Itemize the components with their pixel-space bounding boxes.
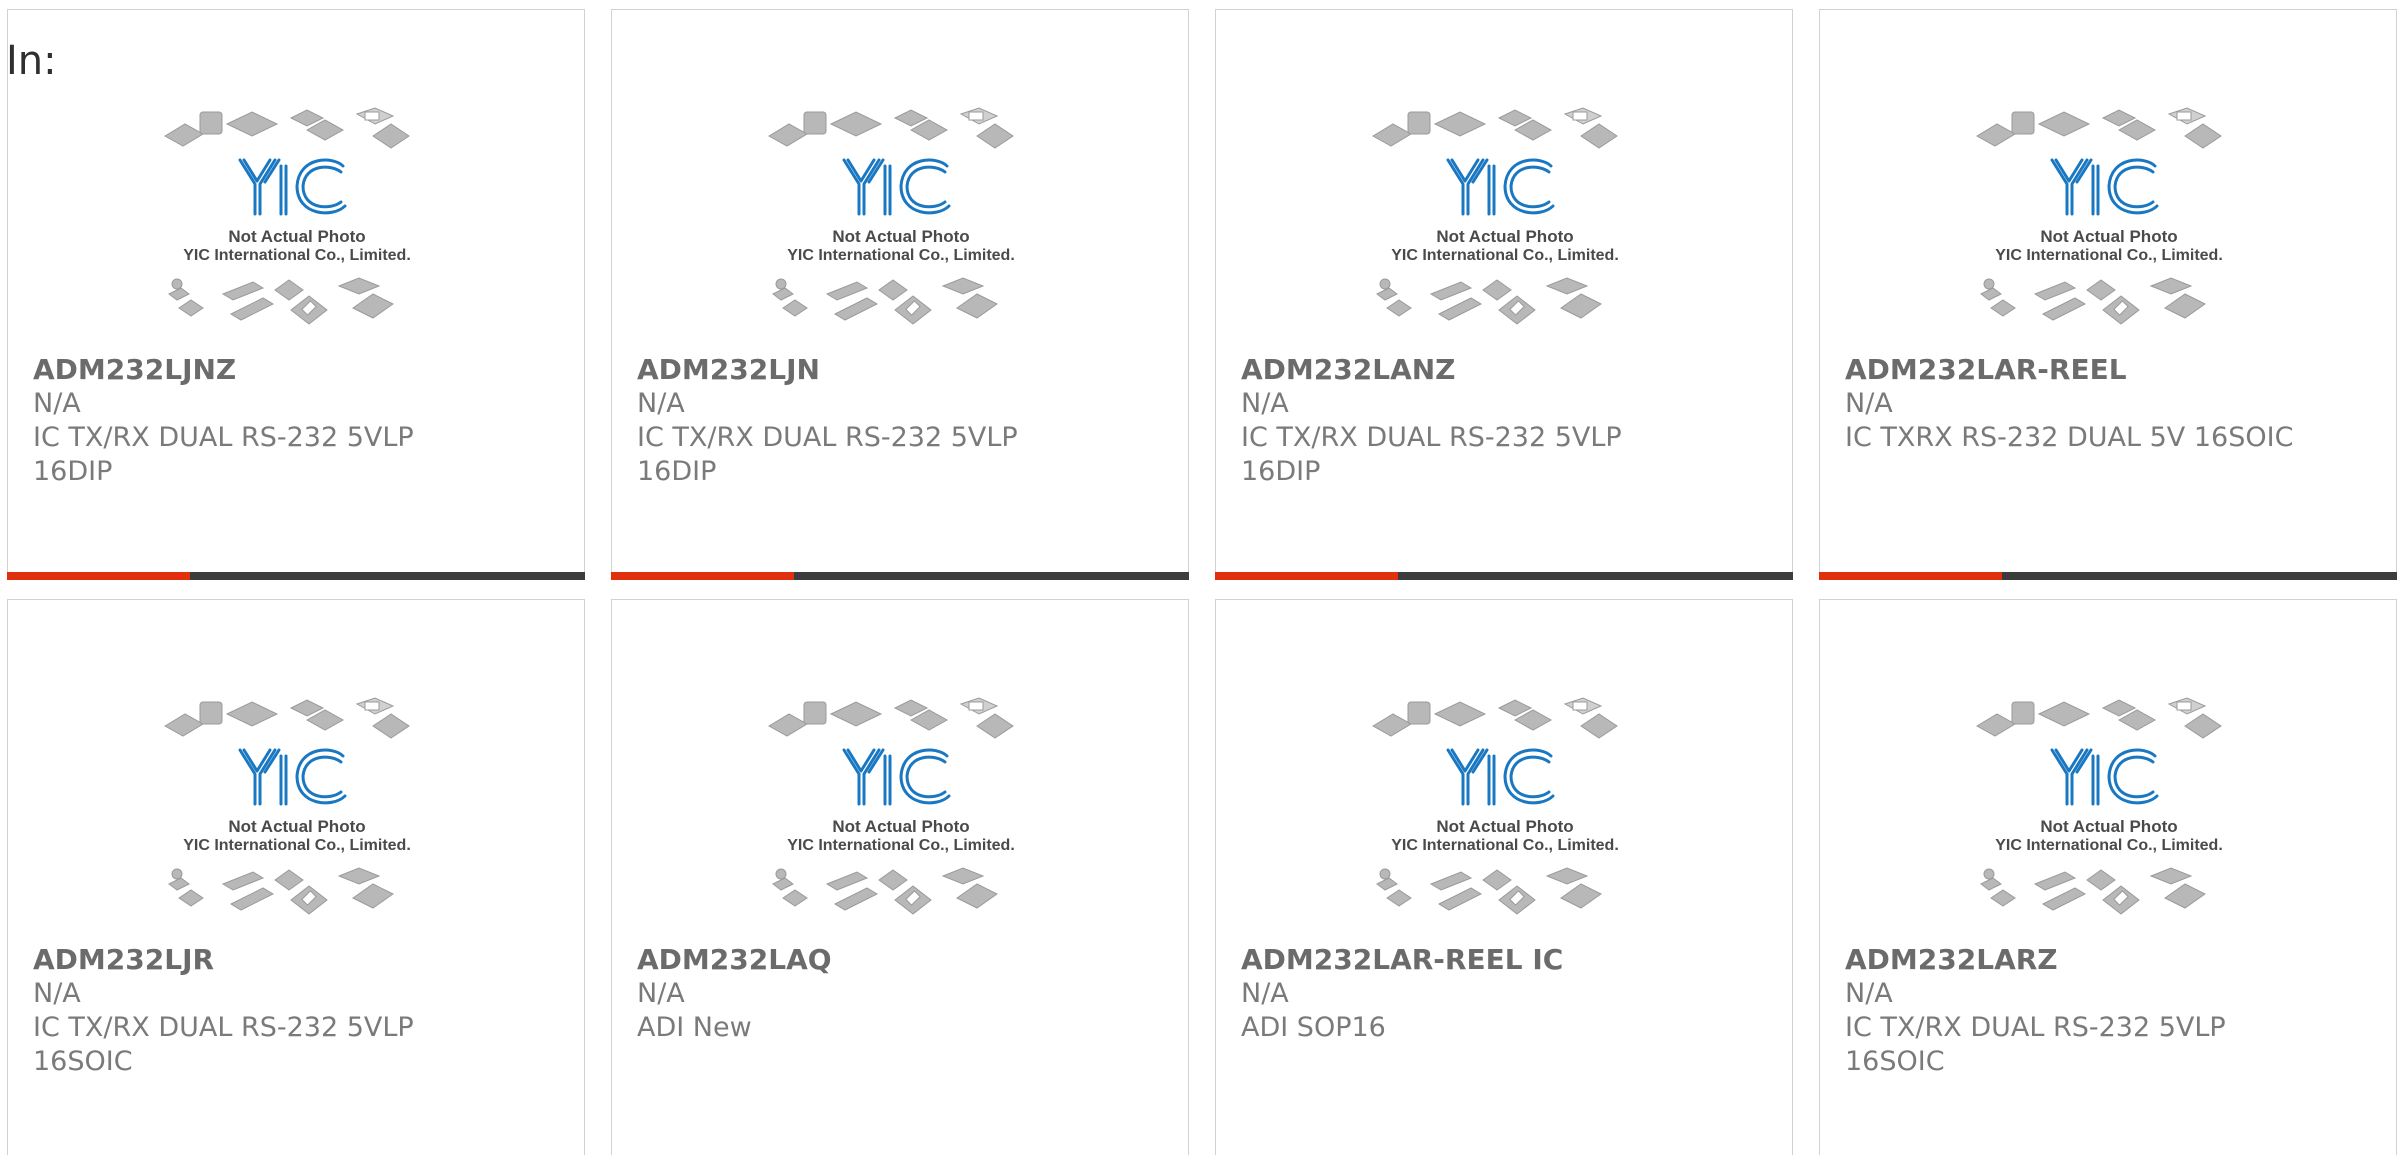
svg-text:Not Actual Photo: Not Actual Photo bbox=[228, 227, 365, 246]
not-actual-photo-image: Not Actual Photo YIC International Co., … bbox=[164, 697, 411, 915]
svg-text:YIC International Co., Limited: YIC International Co., Limited. bbox=[1995, 837, 2223, 854]
card-footer-bar bbox=[611, 572, 1189, 580]
not-actual-photo-image: Not Actual Photo YIC International Co., … bbox=[164, 107, 411, 325]
brand-text: N/A bbox=[1241, 388, 1289, 419]
svg-text:YIC International Co., Limited: YIC International Co., Limited. bbox=[787, 837, 1015, 854]
not-actual-photo-image: Not Actual Photo YIC International Co., … bbox=[768, 107, 1015, 325]
product-card[interactable]: Not Actual Photo YIC International Co., … bbox=[1819, 599, 2397, 1155]
not-actual-photo-image: Not Actual Photo YIC International Co., … bbox=[768, 697, 1015, 915]
product-card[interactable]: Not Actual Photo YIC International Co., … bbox=[7, 9, 585, 580]
brand-text: N/A bbox=[1241, 978, 1289, 1009]
card-accent-bar bbox=[1819, 572, 2002, 580]
svg-text:Not Actual Photo: Not Actual Photo bbox=[1436, 227, 1573, 246]
part-number[interactable]: ADM232LJN bbox=[637, 353, 1157, 387]
in-prefix-label: In: bbox=[6, 38, 57, 84]
product-card[interactable]: Not Actual Photo YIC International Co., … bbox=[611, 9, 1189, 580]
card-accent-bar bbox=[1215, 572, 1398, 580]
card-footer-bar bbox=[1215, 572, 1793, 580]
product-info: ADM232LJNZ N/A IC TX/RX DUAL RS-232 5VLP… bbox=[33, 353, 553, 489]
not-actual-photo-image: Not Actual Photo YIC International Co., … bbox=[1976, 107, 2223, 325]
not-actual-photo-image: Not Actual Photo YIC International Co., … bbox=[1372, 107, 1619, 325]
description-text: IC TXRX RS-232 DUAL 5V 16SOIC bbox=[1845, 422, 2294, 453]
svg-text:Not Actual Photo: Not Actual Photo bbox=[832, 817, 969, 836]
description-text-2: 16DIP bbox=[33, 456, 113, 487]
product-info: ADM232LJN N/A IC TX/RX DUAL RS-232 5VLP … bbox=[637, 353, 1157, 489]
part-number[interactable]: ADM232LANZ bbox=[1241, 353, 1761, 387]
description-text: ADI New bbox=[637, 1012, 752, 1043]
product-info: ADM232LANZ N/A IC TX/RX DUAL RS-232 5VLP… bbox=[1241, 353, 1761, 489]
description-text: ADI SOP16 bbox=[1241, 1012, 1386, 1043]
brand-text: N/A bbox=[1845, 978, 1893, 1009]
product-thumbnail[interactable]: Not Actual Photo YIC International Co., … bbox=[1969, 98, 2249, 358]
description-text: IC TX/RX DUAL RS-232 5VLP bbox=[1845, 1012, 2226, 1043]
svg-text:Not Actual Photo: Not Actual Photo bbox=[2040, 817, 2177, 836]
part-number[interactable]: ADM232LAR-REEL bbox=[1845, 353, 2365, 387]
product-card[interactable]: Not Actual Photo YIC International Co., … bbox=[1215, 599, 1793, 1155]
description-text-2: 16SOIC bbox=[1845, 1046, 1945, 1077]
part-number[interactable]: ADM232LAQ bbox=[637, 943, 1157, 977]
description-text-2: 16DIP bbox=[1241, 456, 1321, 487]
product-thumbnail[interactable]: Not Actual Photo YIC International Co., … bbox=[1365, 688, 1645, 948]
description-text-2: 16DIP bbox=[637, 456, 717, 487]
svg-text:YIC International Co., Limited: YIC International Co., Limited. bbox=[787, 247, 1015, 264]
brand-text: N/A bbox=[33, 388, 81, 419]
card-footer-bar bbox=[1819, 572, 2397, 580]
svg-text:Not Actual Photo: Not Actual Photo bbox=[832, 227, 969, 246]
not-actual-photo-image: Not Actual Photo YIC International Co., … bbox=[1976, 697, 2223, 915]
part-number[interactable]: ADM232LJR bbox=[33, 943, 553, 977]
product-info: ADM232LJR N/A IC TX/RX DUAL RS-232 5VLP … bbox=[33, 943, 553, 1079]
product-info: ADM232LARZ N/A IC TX/RX DUAL RS-232 5VLP… bbox=[1845, 943, 2365, 1079]
product-thumbnail[interactable]: Not Actual Photo YIC International Co., … bbox=[761, 98, 1041, 358]
svg-text:YIC International Co., Limited: YIC International Co., Limited. bbox=[183, 837, 411, 854]
description-text: IC TX/RX DUAL RS-232 5VLP bbox=[33, 1012, 414, 1043]
card-accent-bar bbox=[611, 572, 794, 580]
svg-text:Not Actual Photo: Not Actual Photo bbox=[228, 817, 365, 836]
part-number[interactable]: ADM232LARZ bbox=[1845, 943, 2365, 977]
product-info: ADM232LAR-REEL N/A IC TXRX RS-232 DUAL 5… bbox=[1845, 353, 2365, 455]
product-info: ADM232LAR-REEL IC N/A ADI SOP16 bbox=[1241, 943, 1761, 1045]
card-footer-bar bbox=[7, 572, 585, 580]
product-card[interactable]: Not Actual Photo YIC International Co., … bbox=[1215, 9, 1793, 580]
svg-text:YIC International Co., Limited: YIC International Co., Limited. bbox=[183, 247, 411, 264]
svg-text:YIC International Co., Limited: YIC International Co., Limited. bbox=[1391, 837, 1619, 854]
product-thumbnail[interactable]: Not Actual Photo YIC International Co., … bbox=[761, 688, 1041, 948]
brand-text: N/A bbox=[33, 978, 81, 1009]
brand-text: N/A bbox=[1845, 388, 1893, 419]
product-card[interactable]: Not Actual Photo YIC International Co., … bbox=[7, 599, 585, 1155]
product-thumbnail[interactable]: Not Actual Photo YIC International Co., … bbox=[1365, 98, 1645, 358]
brand-text: N/A bbox=[637, 388, 685, 419]
svg-text:Not Actual Photo: Not Actual Photo bbox=[1436, 817, 1573, 836]
product-card[interactable]: Not Actual Photo YIC International Co., … bbox=[1819, 9, 2397, 580]
svg-text:YIC International Co., Limited: YIC International Co., Limited. bbox=[1391, 247, 1619, 264]
svg-text:YIC International Co., Limited: YIC International Co., Limited. bbox=[1995, 247, 2223, 264]
product-info: ADM232LAQ N/A ADI New bbox=[637, 943, 1157, 1045]
product-card[interactable]: Not Actual Photo YIC International Co., … bbox=[611, 599, 1189, 1155]
product-thumbnail[interactable]: Not Actual Photo YIC International Co., … bbox=[1969, 688, 2249, 948]
description-text: IC TX/RX DUAL RS-232 5VLP bbox=[33, 422, 414, 453]
description-text: IC TX/RX DUAL RS-232 5VLP bbox=[637, 422, 1018, 453]
description-text-2: 16SOIC bbox=[33, 1046, 133, 1077]
part-number[interactable]: ADM232LJNZ bbox=[33, 353, 553, 387]
description-text: IC TX/RX DUAL RS-232 5VLP bbox=[1241, 422, 1622, 453]
part-number[interactable]: ADM232LAR-REEL IC bbox=[1241, 943, 1761, 977]
product-thumbnail[interactable]: Not Actual Photo YIC International Co., … bbox=[157, 98, 437, 358]
product-thumbnail[interactable]: Not Actual Photo YIC International Co., … bbox=[157, 688, 437, 948]
brand-text: N/A bbox=[637, 978, 685, 1009]
product-grid-page: In: Not Actual Photo YIC International C… bbox=[0, 0, 2400, 1155]
not-actual-photo-image: Not Actual Photo YIC International Co., … bbox=[1372, 697, 1619, 915]
svg-text:Not Actual Photo: Not Actual Photo bbox=[2040, 227, 2177, 246]
card-accent-bar bbox=[7, 572, 190, 580]
